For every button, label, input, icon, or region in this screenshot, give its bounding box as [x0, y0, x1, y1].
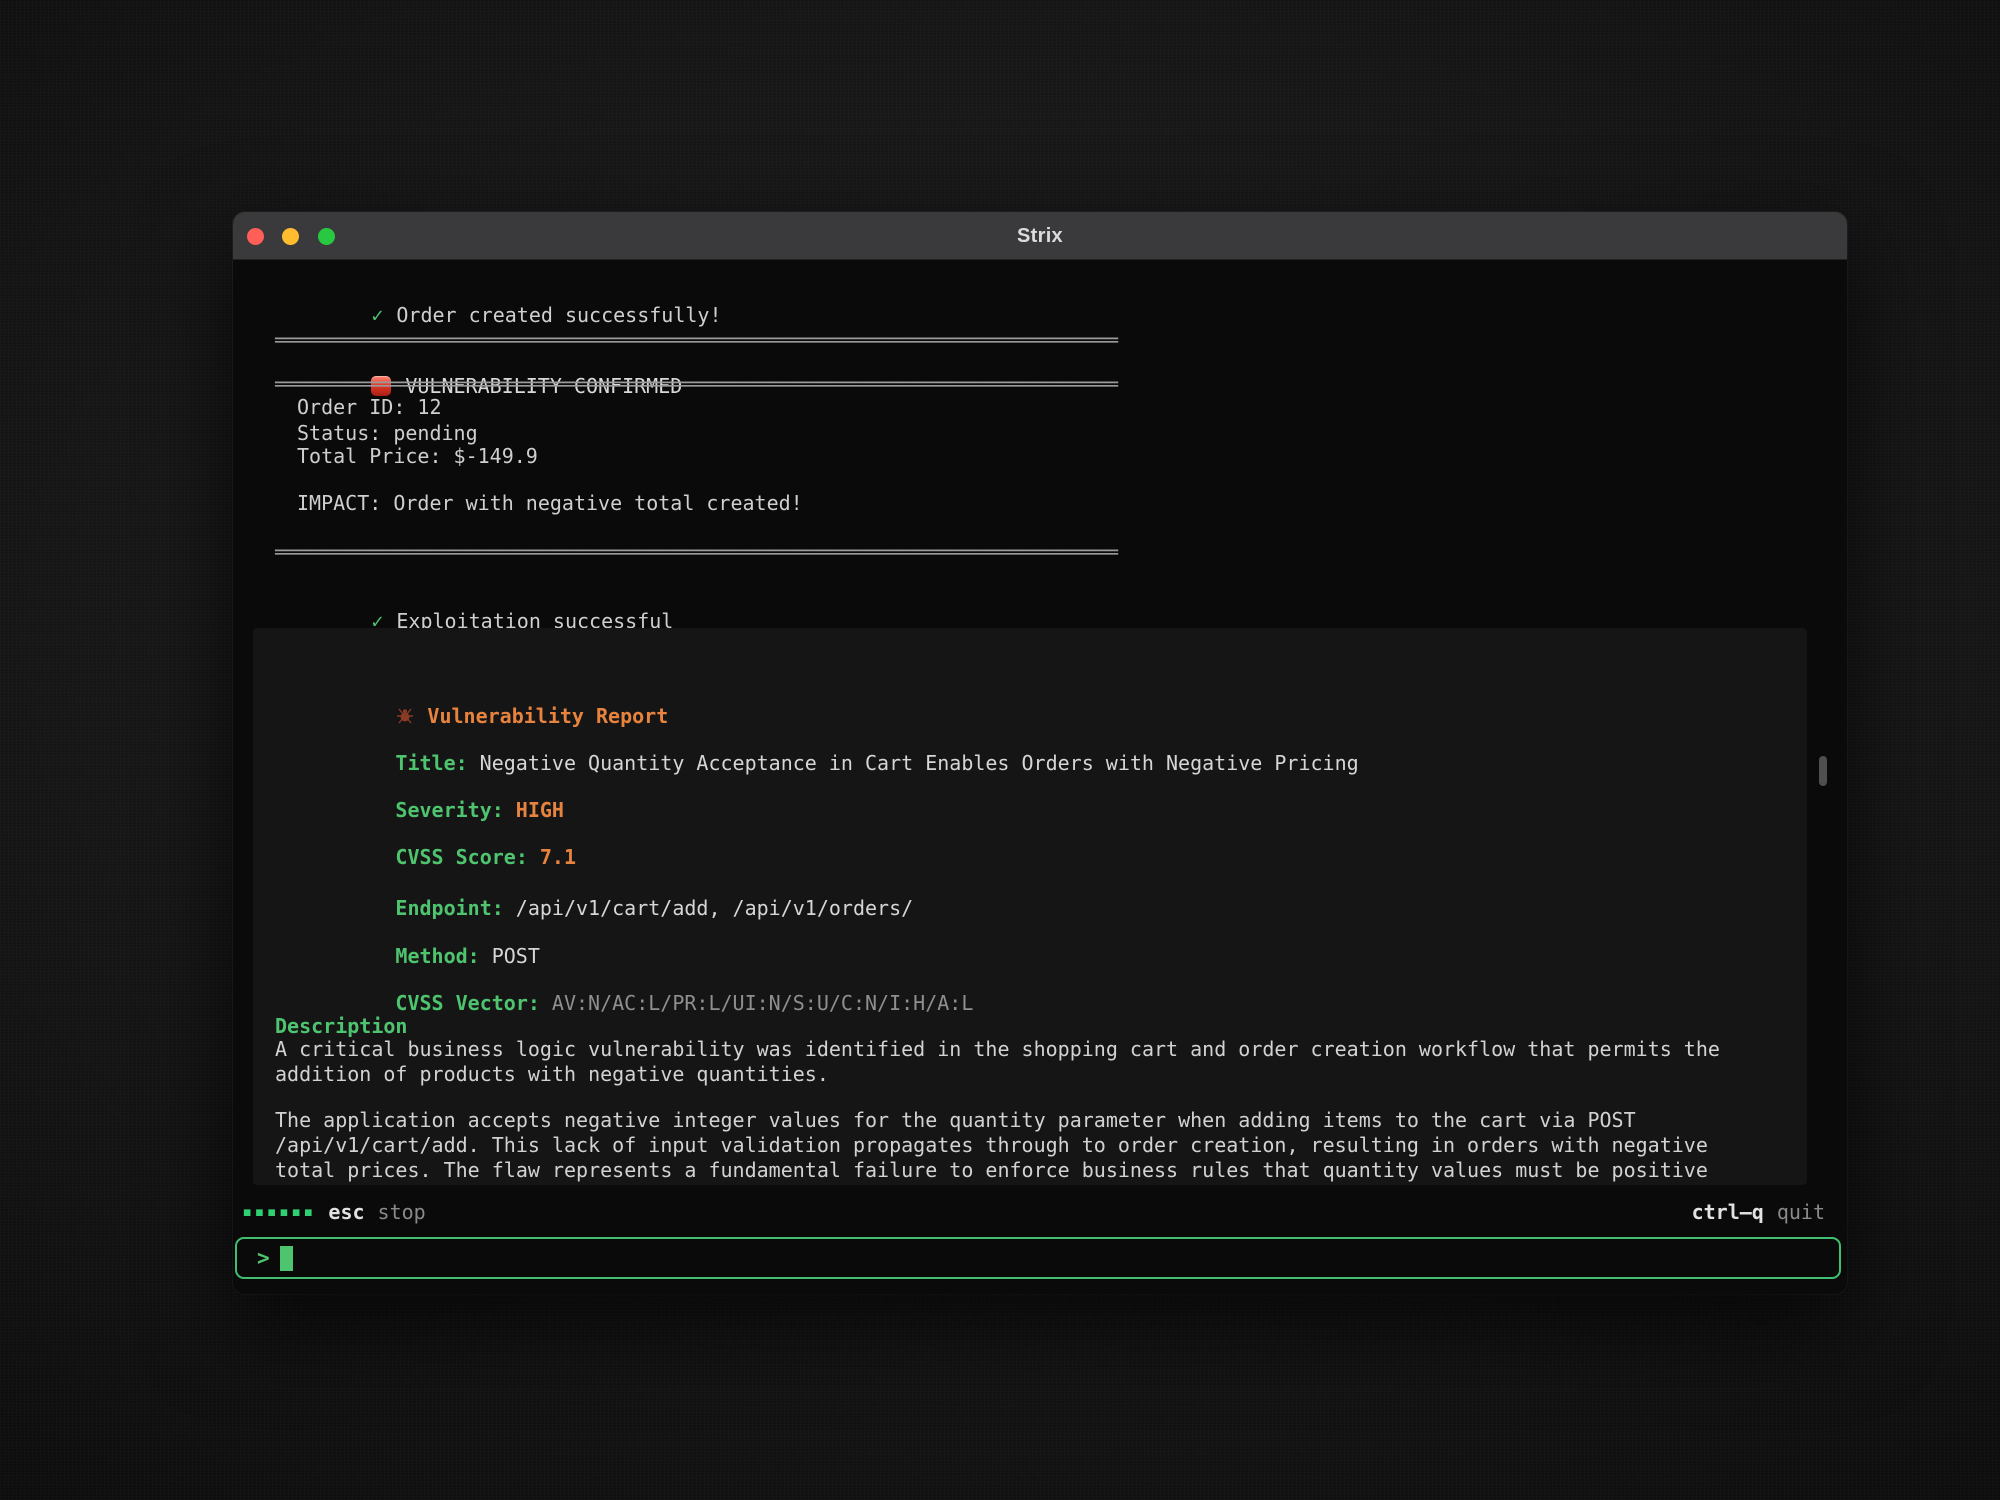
stop-label: stop — [378, 1200, 426, 1224]
esc-key-hint: esc — [328, 1200, 364, 1224]
window-title: Strix — [233, 212, 1847, 259]
status-bar-left: ▪▪▪▪▪▪ esc stop — [242, 1200, 426, 1224]
description-paragraph: The application accepts negative integer… — [275, 1108, 1779, 1185]
description-paragraph: A critical business logic vulnerability … — [275, 1037, 1779, 1087]
total-price-line: Total Price: $-149.9 — [297, 444, 538, 468]
desktop-background: Strix ✓ Order created successfully! ═════… — [0, 0, 2000, 1500]
field-label: Title: — [395, 751, 467, 775]
field-label: Endpoint: — [395, 896, 503, 920]
text-cursor — [280, 1246, 293, 1271]
field-label: Method: — [395, 944, 479, 968]
spider-icon — [395, 706, 415, 726]
progress-dots: ▪▪▪▪▪▪ — [242, 1200, 315, 1224]
order-created-text: Order created successfully! — [396, 303, 721, 327]
field-label: Severity: — [395, 798, 503, 822]
prompt-symbol: > — [257, 1246, 270, 1270]
scrollbar-thumb[interactable] — [1819, 756, 1827, 786]
field-value: AV:N/AC:L/PR:L/UI:N/S:U/C:N/I:H/A:L — [552, 991, 973, 1015]
field-value: HIGH — [516, 798, 564, 822]
ctrl-q-key-hint: ctrl—q — [1692, 1200, 1764, 1224]
command-input[interactable]: > — [235, 1237, 1841, 1279]
order-id-line: Order ID: 12 — [297, 395, 442, 419]
field-value: Negative Quantity Acceptance in Cart Ena… — [480, 751, 1359, 775]
description-heading: Description — [275, 1014, 407, 1038]
quit-label: quit — [1777, 1200, 1825, 1224]
vulnerability-report-panel: Vulnerability Report Title: Negative Quan… — [253, 628, 1807, 1185]
field-label: CVSS Vector: — [395, 991, 540, 1015]
window-titlebar[interactable]: Strix — [233, 212, 1847, 260]
check-icon: ✓ — [371, 303, 383, 327]
strix-window: Strix ✓ Order created successfully! ═════… — [233, 212, 1847, 1294]
field-value: 7.1 — [540, 845, 576, 869]
field-label: CVSS Score: — [395, 845, 527, 869]
status-bar: ▪▪▪▪▪▪ esc stop ctrl—q quit — [242, 1198, 1825, 1226]
separator: ════════════════════════════════════════… — [275, 328, 1118, 352]
field-value: POST — [492, 944, 540, 968]
separator: ════════════════════════════════════════… — [275, 540, 1118, 564]
separator: ════════════════════════════════════════… — [275, 372, 1118, 396]
impact-line: IMPACT: Order with negative total create… — [297, 491, 803, 515]
field-value: /api/v1/cart/add, /api/v1/orders/ — [516, 896, 913, 920]
status-bar-right: ctrl—q quit — [1692, 1200, 1825, 1224]
report-heading-text: Vulnerability Report — [427, 704, 668, 728]
status-line: Status: pending — [297, 421, 478, 445]
terminal-content: ✓ Order created successfully! ═══════════… — [233, 260, 1847, 1294]
